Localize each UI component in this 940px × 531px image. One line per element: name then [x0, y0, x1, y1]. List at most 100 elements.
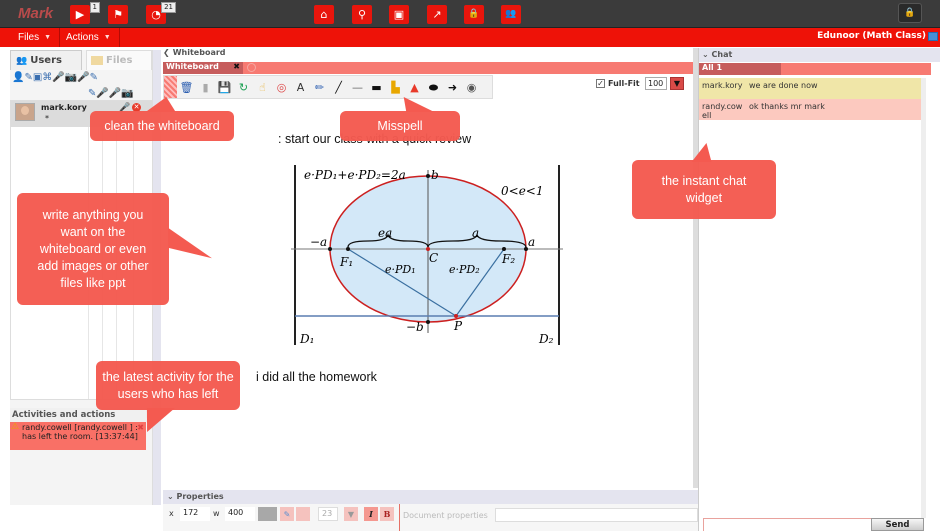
chat-input[interactable] — [703, 518, 871, 531]
message-text: ok thanks mr mark — [749, 102, 825, 111]
target-tool[interactable]: ◎ — [272, 78, 291, 96]
flag-icon: ⚑ — [113, 8, 123, 21]
underline-tool[interactable]: — — [348, 78, 367, 96]
chevron-down-icon: ⌄ — [167, 492, 177, 501]
whiteboard-title: Whiteboard — [172, 48, 226, 57]
search-button[interactable]: ⚲ — [352, 5, 372, 24]
activity-item[interactable]: ⚠ randy.cowell [randy.cowell ] : has lef… — [10, 422, 146, 450]
label-d2: D₂ — [538, 332, 554, 346]
condition-label: 0<e<1 — [501, 184, 543, 198]
user-status: * — [45, 114, 49, 123]
callout-misspell: Misspell — [340, 111, 460, 141]
border-color-icon[interactable] — [296, 507, 310, 521]
w-input[interactable]: 400 — [225, 507, 255, 521]
files-icon — [91, 56, 103, 65]
chevron-down-icon: ▼ — [673, 79, 681, 88]
callout-chat: the instant chat widget — [632, 160, 776, 219]
font-size-input[interactable]: 23 — [318, 507, 338, 521]
files-menu[interactable]: Files ▼ — [10, 28, 61, 47]
point-p — [454, 314, 458, 318]
files-menu-label: Files — [18, 32, 40, 43]
pointer-tool[interactable]: ☝ — [253, 78, 272, 96]
fill-color-swatch[interactable] — [258, 507, 277, 521]
ellipse-tool[interactable]: ⬬ — [424, 78, 443, 96]
trash-tool[interactable]: 🗑 — [177, 78, 196, 96]
chat-scrollbar[interactable] — [921, 78, 926, 518]
flag-button[interactable]: ⚑ — [108, 5, 128, 24]
line-tool[interactable]: ╱ — [329, 78, 348, 96]
search-icon: ⚲ — [357, 8, 367, 21]
pencil-tool[interactable]: ✏ — [310, 78, 329, 96]
whiteboard-text[interactable]: i did all the homework — [256, 370, 377, 384]
logout-lock-button[interactable]: 🔒 — [898, 3, 922, 23]
italic-button[interactable]: I — [364, 507, 378, 521]
tab-files[interactable]: Files — [86, 50, 152, 70]
user-column-icons[interactable]: ✎🎤🎤📷 — [88, 88, 134, 99]
tab-users[interactable]: 👥 Users — [10, 50, 82, 70]
tab-all[interactable]: All 1 — [699, 63, 781, 75]
undo-tool[interactable]: ↻ — [234, 78, 253, 96]
actions-menu[interactable]: Actions ▼ — [58, 28, 120, 47]
class-name: Edunoor (Math Class) — [817, 31, 926, 41]
tab-whiteboard[interactable]: Whiteboard ✖ — [163, 62, 243, 74]
divider — [399, 504, 400, 531]
message-author: mark.kory — [702, 81, 743, 90]
save-tool[interactable]: 💾 — [215, 78, 234, 96]
text-icon: A — [296, 80, 305, 94]
delete-page-icon: ▮ — [202, 80, 209, 94]
trash-icon: 🗑 — [179, 80, 194, 94]
whiteboard-header: ❮ Whiteboard — [161, 48, 698, 61]
zoom-dropdown[interactable]: ▼ — [670, 77, 684, 90]
full-fit-toggle[interactable]: ✓ Full-Fit — [596, 79, 640, 88]
document-properties-label: Document properties — [403, 511, 488, 520]
callout-clean: clean the whiteboard — [90, 111, 234, 141]
arrow-icon: ➜ — [447, 80, 458, 94]
menu-bar: Files ▼ Actions ▼ Edunoor (Math Class) — [0, 28, 940, 47]
label-epd2: e·PD₂ — [449, 263, 480, 276]
text-tool[interactable]: A — [291, 78, 310, 96]
chat-header[interactable]: ⌄ Chat — [699, 48, 940, 62]
user-toolbar-icons[interactable]: 👤✎▣⌘🎤📷🎤✎ — [12, 72, 98, 83]
properties-header[interactable]: ⌄ Properties — [163, 490, 698, 504]
checkbox-icon[interactable]: ✓ — [596, 79, 605, 88]
collapse-icon[interactable]: ❮ — [163, 48, 170, 57]
contacts-button[interactable]: ▣ — [389, 5, 409, 24]
close-icon[interactable]: ✖ — [233, 62, 240, 71]
label-a-top: a — [472, 226, 479, 240]
pen-color-icon[interactable]: ✎ — [280, 507, 294, 521]
play-badge: 1 — [89, 2, 100, 13]
arrow-tool[interactable]: ➜ — [443, 78, 462, 96]
bold-button[interactable]: B — [380, 507, 394, 521]
clipart-tool[interactable]: ◉ — [462, 78, 481, 96]
label-neg-a: −a — [310, 235, 327, 249]
document-properties-input[interactable] — [495, 508, 698, 522]
lock-room-button[interactable]: 🔒 — [464, 5, 484, 24]
font-size-dropdown[interactable]: ▼ — [344, 507, 358, 521]
pie-chart-button[interactable]: ◔ 21 — [146, 2, 176, 24]
play-button[interactable]: ▶ 1 — [70, 2, 100, 24]
add-tab-icon[interactable] — [247, 63, 256, 72]
point-f1 — [346, 247, 350, 251]
monitor-icon[interactable] — [928, 32, 938, 41]
highlighter-tool[interactable]: ▙ — [386, 78, 405, 96]
rectangle-tool[interactable]: ▬ — [367, 78, 386, 96]
delete-page-tool[interactable]: ▮ — [196, 78, 215, 96]
user-name: mark.kory — [41, 103, 87, 112]
label-p: P — [453, 319, 463, 333]
label-f2: F₂ — [501, 252, 515, 266]
toolbar-grip[interactable] — [164, 76, 177, 98]
spellcheck-tool[interactable]: ▲ — [405, 78, 424, 96]
share-button[interactable]: ↗ — [427, 5, 447, 24]
x-input[interactable]: 172 — [180, 507, 210, 521]
chat-panel: ⌄ Chat All 1 mark.kory we are done now r… — [698, 48, 940, 531]
home-button[interactable]: ⌂ — [314, 5, 334, 24]
callout-write: write anything you want on the whiteboar… — [17, 193, 169, 305]
pie-badge: 21 — [161, 2, 176, 13]
group-button[interactable]: 👥 — [501, 5, 521, 24]
ellipse-figure[interactable]: e·PD₁+e·PD₂=2a 0<e<1 b −b −a a ea a F₁ F… — [288, 165, 568, 350]
underline-icon: — — [352, 80, 363, 94]
zoom-input[interactable]: 100 — [645, 77, 667, 90]
activities-header: Activities and actions — [10, 408, 153, 422]
tab-label: Whiteboard — [166, 62, 219, 71]
send-button[interactable]: Send — [871, 518, 924, 531]
